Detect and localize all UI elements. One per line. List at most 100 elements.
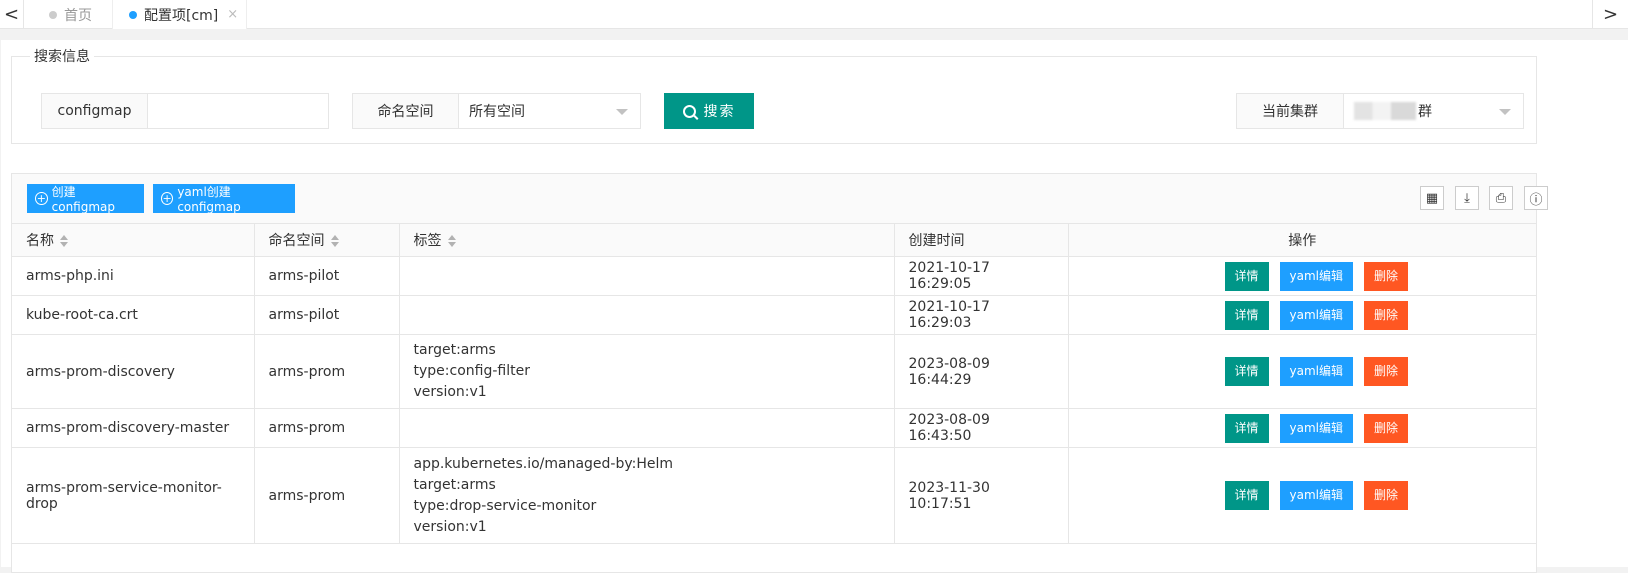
label-tag: version:v1 xyxy=(413,518,487,535)
chevron-left-icon: < xyxy=(3,4,20,25)
header-labels-label: 标签 xyxy=(413,233,442,249)
yaml-edit-button[interactable]: yaml编辑 xyxy=(1279,481,1353,510)
search-fieldset: 搜索信息 configmap 命名空间 所有空间 搜索 当前集群 群 xyxy=(11,48,1537,144)
tab-scroll-left-button[interactable]: < xyxy=(0,0,24,29)
close-icon[interactable]: × xyxy=(227,7,238,22)
table-toolbar: + 创建configmap + yaml创建configmap ▦ ⤓ ⎙ ⓘ xyxy=(12,174,1548,224)
configmap-table-container: + 创建configmap + yaml创建configmap ▦ ⤓ ⎙ ⓘ … xyxy=(11,173,1548,573)
delete-button[interactable]: 删除 xyxy=(1364,300,1409,330)
detail-button[interactable]: 详情 xyxy=(1224,481,1269,510)
cell-labels: app.kubernetes.io/managed-by:Helm target:… xyxy=(399,447,895,544)
label-tag: type:config-filter xyxy=(413,363,530,379)
label-tag: target:arms xyxy=(413,342,496,358)
cell-name: kube-root-ca.crt xyxy=(12,295,255,335)
cell-actions: 详情 yaml编辑 删除 xyxy=(1068,334,1536,409)
yaml-create-configmap-label: yaml创建configmap xyxy=(177,185,241,214)
search-button[interactable]: 搜索 xyxy=(664,93,754,129)
main-panel: 搜索信息 configmap 命名空间 所有空间 搜索 当前集群 群 + 创建c… xyxy=(1,40,1628,573)
export-icon[interactable]: ⤓ xyxy=(1455,186,1479,210)
tab-configmap[interactable]: 配置项[cm] × xyxy=(113,0,247,29)
tab-scroll-right-button[interactable]: > xyxy=(1592,0,1628,29)
cluster-label: 当前集群 xyxy=(1237,94,1344,128)
header-labels[interactable]: 标签 xyxy=(399,224,895,257)
detail-button[interactable]: 详情 xyxy=(1224,300,1269,330)
configmap-table: 名称 命名空间 标签 创建时间 操作 arms-php.ini arms-pilo… xyxy=(12,224,1536,544)
cluster-name-redacted xyxy=(1354,102,1416,120)
table-header-row: 名称 命名空间 标签 创建时间 操作 xyxy=(12,224,1536,257)
table-row: arms-php.ini arms-pilot 2021-10-17 16:29:0… xyxy=(12,256,1536,296)
cluster-field: 当前集群 群 xyxy=(1236,93,1524,129)
info-icon[interactable]: ⓘ xyxy=(1524,186,1548,210)
configmap-field: configmap xyxy=(41,93,329,129)
tab-dot-icon xyxy=(49,10,57,19)
delete-button[interactable]: 删除 xyxy=(1364,481,1409,510)
cell-created: 2021-10-17 16:29:05 xyxy=(894,256,1069,296)
tab-home[interactable]: 首页 xyxy=(25,0,113,29)
create-configmap-button[interactable]: + 创建configmap xyxy=(27,184,144,214)
cell-labels xyxy=(399,408,895,448)
configmap-label: configmap xyxy=(42,94,148,128)
yaml-create-configmap-button[interactable]: + yaml创建configmap xyxy=(153,184,295,214)
yaml-edit-button[interactable]: yaml编辑 xyxy=(1279,357,1353,386)
columns-icon[interactable]: ▦ xyxy=(1420,186,1444,210)
label-tag: type:drop-service-monitor xyxy=(413,497,597,514)
sort-icon[interactable] xyxy=(330,235,339,247)
configmap-input[interactable] xyxy=(148,94,328,128)
search-button-label: 搜索 xyxy=(703,104,736,120)
cell-name: arms-prom-discovery xyxy=(12,334,255,409)
tab-configmap-label: 配置项[cm] xyxy=(144,7,219,24)
cell-created: 2021-10-17 16:29:03 xyxy=(894,295,1069,335)
yaml-edit-button[interactable]: yaml编辑 xyxy=(1279,413,1353,443)
delete-button[interactable]: 删除 xyxy=(1364,261,1409,291)
cell-created: 2023-08-09 16:44:29 xyxy=(894,334,1069,409)
tab-active-dot-icon xyxy=(129,10,137,19)
yaml-edit-button[interactable]: yaml编辑 xyxy=(1279,300,1353,330)
search-legend: 搜索信息 xyxy=(30,48,94,66)
table-row: arms-prom-discovery-master arms-prom 2023-… xyxy=(12,408,1536,448)
cell-name: arms-prom-service-monitor-drop xyxy=(12,447,255,544)
chevron-down-icon xyxy=(1499,109,1511,115)
cell-name: arms-prom-discovery-master xyxy=(12,408,255,448)
table-row: arms-prom-service-monitor-drop arms-prom a… xyxy=(12,447,1536,544)
delete-button[interactable]: 删除 xyxy=(1364,413,1409,443)
sort-icon[interactable] xyxy=(447,235,456,247)
detail-button[interactable]: 详情 xyxy=(1224,261,1269,291)
label-tag: target:arms xyxy=(413,476,496,493)
cell-actions: 详情 yaml编辑 删除 xyxy=(1068,256,1536,296)
cell-created: 2023-08-09 16:43:50 xyxy=(894,408,1069,448)
plus-circle-icon: + xyxy=(161,192,174,205)
namespace-selected-value: 所有空间 xyxy=(469,104,525,120)
cell-namespace: arms-pilot xyxy=(254,295,400,335)
cell-namespace: arms-prom xyxy=(254,447,400,544)
plus-circle-icon: + xyxy=(35,192,48,205)
cell-created: 2023-11-30 10:17:51 xyxy=(894,447,1069,544)
cell-labels: target:arms type:config-filter version:v1 xyxy=(399,334,895,409)
cell-actions: 详情 yaml编辑 删除 xyxy=(1068,295,1536,335)
table-row: arms-prom-discovery arms-prom target:arms t… xyxy=(12,334,1536,409)
cell-labels xyxy=(399,256,895,296)
sort-icon[interactable] xyxy=(60,235,68,247)
tab-bar: < 首页 配置项[cm] × > xyxy=(0,0,1628,29)
delete-button[interactable]: 删除 xyxy=(1364,357,1409,386)
detail-button[interactable]: 详情 xyxy=(1224,413,1269,443)
cell-actions: 详情 yaml编辑 删除 xyxy=(1068,408,1536,448)
chevron-right-icon: > xyxy=(1602,4,1619,25)
header-name[interactable]: 名称 xyxy=(12,224,255,257)
cell-labels xyxy=(399,295,895,335)
namespace-select[interactable]: 所有空间 xyxy=(459,94,640,128)
table-row: kube-root-ca.crt arms-pilot 2021-10-17 16:… xyxy=(12,295,1536,335)
header-created: 创建时间 xyxy=(894,224,1069,257)
header-namespace-label: 命名空间 xyxy=(268,233,325,249)
detail-button[interactable]: 详情 xyxy=(1224,357,1269,386)
label-tag: app.kubernetes.io/managed-by:Helm xyxy=(413,455,674,472)
cell-namespace: arms-pilot xyxy=(254,256,400,296)
yaml-edit-button[interactable]: yaml编辑 xyxy=(1279,261,1353,291)
print-icon[interactable]: ⎙ xyxy=(1489,186,1513,210)
cell-actions: 详情 yaml编辑 删除 xyxy=(1068,447,1536,544)
cluster-select[interactable]: 群 xyxy=(1344,94,1523,128)
label-tag: version:v1 xyxy=(413,384,487,400)
header-actions: 操作 xyxy=(1068,224,1536,257)
namespace-field: 命名空间 所有空间 xyxy=(352,93,641,129)
header-namespace[interactable]: 命名空间 xyxy=(254,224,400,257)
tab-home-label: 首页 xyxy=(64,7,92,24)
